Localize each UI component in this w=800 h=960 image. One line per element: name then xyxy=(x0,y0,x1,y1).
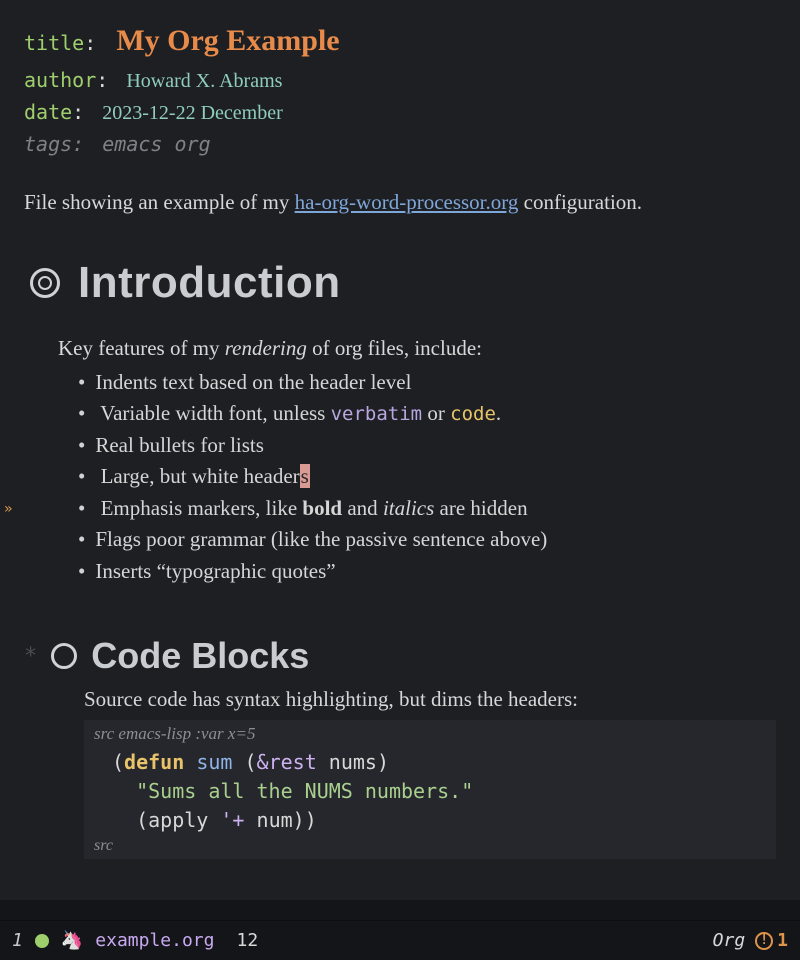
text-cursor: s xyxy=(300,464,310,488)
meta-date-value: 2023-12-22 December xyxy=(102,102,283,124)
source-block-header: src emacs-lisp :var x=5 xyxy=(94,724,766,744)
heading-code-blocks: Code Blocks xyxy=(91,635,309,677)
introduction-lead: Key features of my rendering of org file… xyxy=(58,336,776,361)
modeline-filename[interactable]: example.org xyxy=(95,930,214,951)
document-title: My Org Example xyxy=(116,24,339,57)
source-block[interactable]: src emacs-lisp :var x=5 (defun sum (&res… xyxy=(84,720,776,859)
inline-code: code xyxy=(450,403,496,425)
meta-author-line: author: Howard X. Abrams xyxy=(24,65,776,97)
source-code: (defun sum (&rest nums) "Sums all the NU… xyxy=(112,748,766,835)
modeline-warnings[interactable]: ! 1 xyxy=(755,930,788,951)
modeline-window-number: 1 xyxy=(12,930,23,951)
modified-indicator-icon xyxy=(35,934,49,948)
source-block-footer: src xyxy=(94,837,766,855)
warning-icon: ! xyxy=(755,932,773,950)
meta-author-key: author xyxy=(24,68,96,92)
collapsed-star-icon: * xyxy=(24,644,37,669)
list-item: Indents text based on the header level xyxy=(78,367,776,399)
list-item: Variable width font, unless verbatim or … xyxy=(78,398,776,430)
heading-bullet-icon xyxy=(30,268,60,298)
config-link[interactable]: ha-org-word-processor.org xyxy=(295,190,519,214)
meta-title-line: title: My Org Example xyxy=(24,18,776,65)
verbatim-text: verbatim xyxy=(331,403,423,425)
editor-buffer[interactable]: title: My Org Example author: Howard X. … xyxy=(0,0,800,900)
modeline-warn-count: 1 xyxy=(777,930,788,951)
meta-tags-value: emacs org xyxy=(102,132,210,156)
meta-date-key: date xyxy=(24,100,72,124)
code-blocks-lead: Source code has syntax highlighting, but… xyxy=(84,687,776,712)
heading-bullet-icon xyxy=(51,643,77,669)
code-blocks-body: Source code has syntax highlighting, but… xyxy=(24,687,776,859)
mode-icon: 🦄 xyxy=(61,930,83,951)
meta-author-value: Howard X. Abrams xyxy=(126,70,282,92)
heading-introduction-row[interactable]: Introduction xyxy=(24,258,776,308)
feature-list: Indents text based on the header level V… xyxy=(58,367,776,588)
meta-title-key: title xyxy=(24,31,84,55)
meta-tags-key: tags xyxy=(24,132,72,156)
heading-introduction: Introduction xyxy=(78,258,341,308)
list-item: Flags poor grammar (like the passive sen… xyxy=(78,524,776,556)
list-item: » Emphasis markers, like bold and italic… xyxy=(78,493,776,525)
list-item: Real bullets for lists xyxy=(78,430,776,462)
modeline-line-number: 12 xyxy=(236,930,258,951)
intro-paragraph: File showing an example of my ha-org-wor… xyxy=(24,188,776,216)
list-item: Inserts “typographic quotes” xyxy=(78,556,776,588)
meta-date-line: date: 2023-12-22 December xyxy=(24,97,776,129)
meta-tags-line: tags: emacs org xyxy=(24,129,776,160)
introduction-body: Key features of my rendering of org file… xyxy=(24,336,776,588)
minibuffer[interactable] xyxy=(0,900,800,920)
list-item: Large, but white headers xyxy=(78,461,776,493)
modeline[interactable]: 1 🦄 example.org 12 Org ! 1 xyxy=(0,920,800,960)
fringe-indicator-icon: » xyxy=(4,499,12,520)
modeline-major-mode[interactable]: Org xyxy=(713,930,746,951)
heading-code-blocks-row[interactable]: * Code Blocks xyxy=(24,635,776,677)
